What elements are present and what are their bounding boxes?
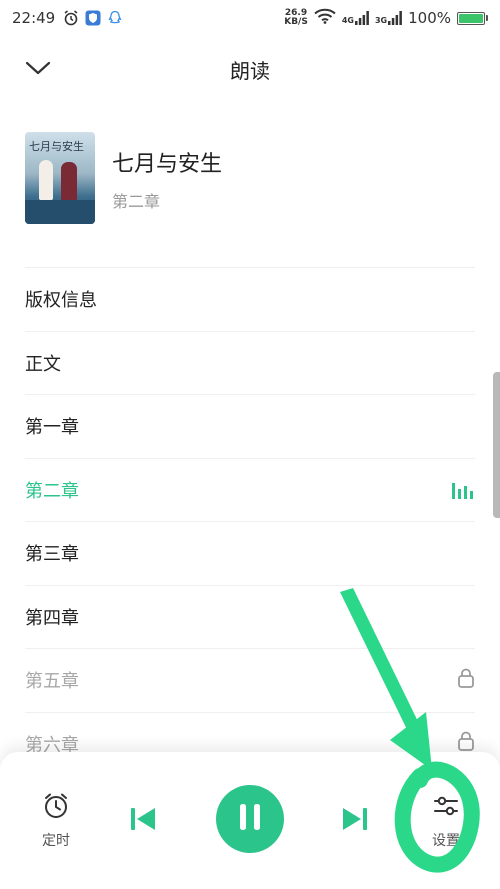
previous-chapter-button[interactable] [128, 806, 158, 832]
chapter-item[interactable]: 版权信息 [25, 268, 475, 332]
chapter-item[interactable]: 正文 [25, 332, 475, 395]
battery-icon [457, 11, 488, 25]
chapter-item[interactable]: 第一章 [25, 395, 475, 459]
header: 朗读 [0, 40, 500, 98]
cover-title: 七月与安生 [29, 140, 84, 153]
chapter-label: 第二章 [25, 480, 79, 502]
alarm-clock-icon [42, 792, 70, 824]
settings-sliders-icon [432, 792, 460, 824]
skip-previous-icon [128, 806, 158, 836]
chapter-item[interactable]: 第三章 [25, 522, 475, 586]
timer-label: 定时 [42, 833, 70, 849]
chapter-label: 正文 [25, 353, 61, 375]
signal-sim2-icon: 3G [375, 11, 403, 25]
page-title: 朗读 [230, 58, 270, 83]
clock: 22:49 [12, 9, 56, 27]
battery-percent: 100% [408, 9, 451, 27]
pause-button[interactable] [216, 785, 284, 853]
settings-button[interactable]: 设置 [424, 792, 468, 850]
qq-icon [107, 10, 123, 26]
chapter-item[interactable]: 第四章 [25, 586, 475, 649]
audio-playing-icon [451, 481, 473, 499]
pause-icon [237, 802, 263, 836]
current-chapter: 第二章 [112, 192, 161, 211]
settings-label: 设置 [432, 833, 460, 849]
book-title: 七月与安生 [112, 152, 223, 177]
collapse-chevron-icon[interactable] [24, 56, 52, 80]
signal-sim1-icon: 4G [342, 11, 369, 25]
status-bar: 22:49 26.9 KB/S 4G 3G 100% [0, 0, 500, 36]
chapter-label: 第一章 [25, 417, 79, 439]
shield-app-icon [85, 10, 101, 26]
chapter-label: 第三章 [25, 544, 79, 566]
wifi-icon [314, 8, 336, 28]
scroll-handle[interactable] [493, 372, 500, 518]
skip-next-icon [340, 806, 370, 836]
network-speed: 26.9 KB/S [284, 8, 308, 27]
chapter-item-active[interactable]: 第二章 [25, 459, 475, 522]
chapter-label: 第五章 [25, 671, 79, 693]
alarm-icon [63, 10, 79, 26]
chapter-label: 版权信息 [25, 290, 97, 312]
chapter-item-locked[interactable]: 第五章 [25, 649, 475, 713]
chapter-list: 版权信息 正文 第一章 第二章 第三章 第四章 第五章 第六章 [25, 268, 475, 776]
book-cover[interactable]: 七月与安生 [25, 132, 95, 224]
lock-icon [457, 668, 475, 693]
book-info: 七月与安生 七月与安生 第二章 [25, 132, 475, 226]
chapter-label: 第四章 [25, 607, 79, 629]
next-chapter-button[interactable] [340, 806, 370, 832]
player-bar: 定时 设置 [0, 752, 500, 889]
timer-button[interactable]: 定时 [36, 792, 76, 850]
